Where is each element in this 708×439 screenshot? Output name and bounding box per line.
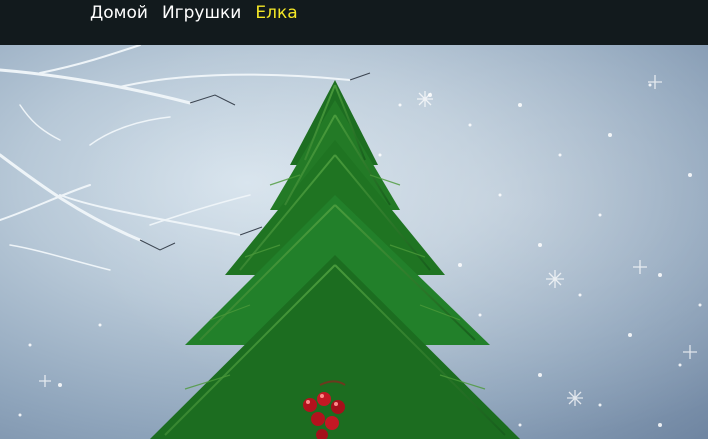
nav-link-tree[interactable]: Елка <box>255 2 297 24</box>
nav-link-home[interactable]: Домой <box>90 2 148 24</box>
nav-menu: Домой Игрушки Елка <box>90 2 298 24</box>
christmas-tree-scene <box>0 45 708 439</box>
nav-link-toys[interactable]: Игрушки <box>162 2 241 24</box>
top-navbar: Домой Игрушки Елка <box>0 0 708 45</box>
winter-background-illustration <box>0 45 708 439</box>
